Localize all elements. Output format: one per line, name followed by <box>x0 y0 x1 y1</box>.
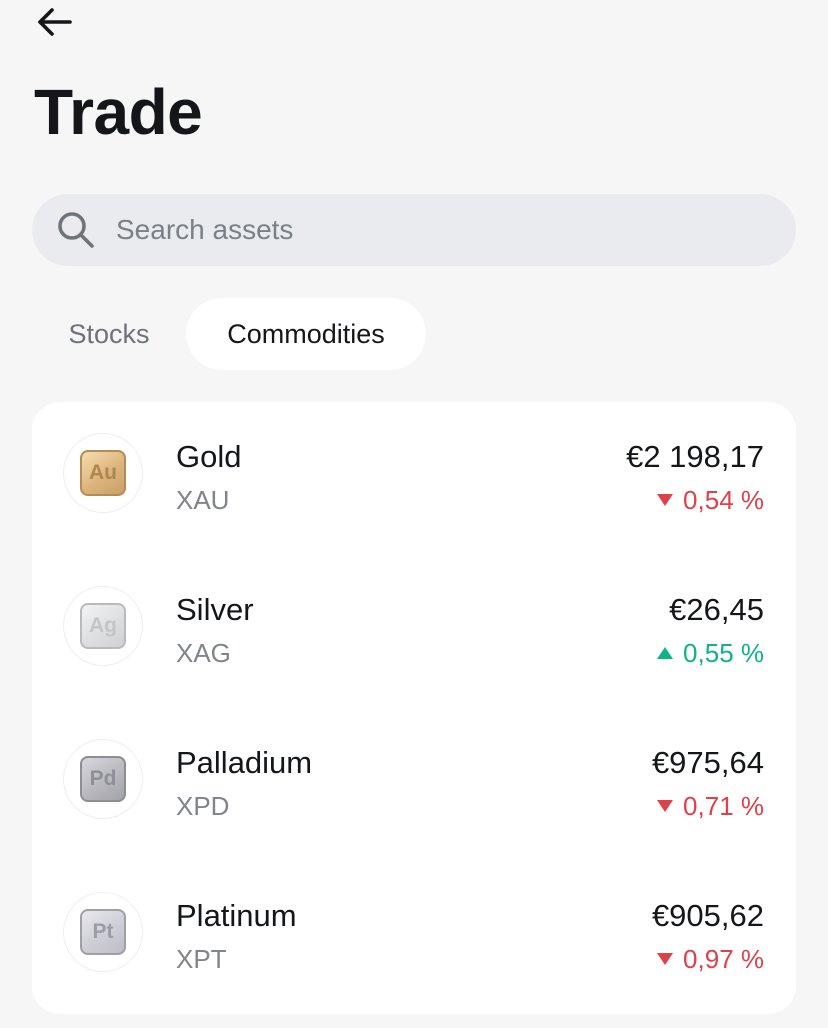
asset-name: Silver <box>176 592 254 627</box>
palladium-bar-icon: Pd <box>63 739 143 819</box>
asset-price: €26,45 <box>669 592 764 627</box>
triangle-down-icon <box>657 953 674 965</box>
platinum-symbol: Pt <box>80 909 126 955</box>
asset-price: €2 198,17 <box>626 439 764 474</box>
asset-price: €975,64 <box>651 745 764 780</box>
asset-row-silver[interactable]: Ag Silver XAG €26,45 0,55 % <box>32 555 796 708</box>
silver-bar-icon: Ag <box>63 586 143 666</box>
triangle-down-icon <box>657 494 674 506</box>
back-button[interactable] <box>34 0 84 48</box>
search-icon <box>56 210 96 250</box>
asset-row-platinum[interactable]: Pt Platinum XPT €905,62 0,97 % <box>32 861 796 1014</box>
asset-row-gold[interactable]: Au Gold XAU €2 198,17 0,54 % <box>32 402 796 555</box>
asset-change-value: 0,55 % <box>683 638 764 668</box>
asset-name: Palladium <box>176 745 313 780</box>
gold-symbol: Au <box>80 450 126 496</box>
asset-change: 0,54 % <box>657 484 764 516</box>
gold-bar-icon: Au <box>63 433 143 513</box>
platinum-bar-icon: Pt <box>63 892 143 972</box>
asset-row-palladium[interactable]: Pd Palladium XPD €975,64 0,71 % <box>32 708 796 861</box>
asset-change-value: 0,97 % <box>683 944 764 974</box>
asset-name: Platinum <box>176 898 297 933</box>
triangle-down-icon <box>657 800 674 812</box>
search-input[interactable] <box>116 205 756 255</box>
asset-change: 0,55 % <box>657 637 764 669</box>
asset-name: Gold <box>176 439 242 474</box>
triangle-up-icon <box>657 647 674 659</box>
asset-price: €905,62 <box>651 898 764 933</box>
palladium-symbol: Pd <box>80 756 126 802</box>
asset-ticker: XAU <box>176 485 230 515</box>
arrow-left-icon <box>34 6 74 43</box>
asset-change-value: 0,54 % <box>683 485 764 515</box>
asset-list: Au Gold XAU €2 198,17 0,54 % Ag Silver X… <box>32 402 796 1014</box>
asset-change-value: 0,71 % <box>683 791 764 821</box>
tab-bar: Stocks Commodities <box>32 298 426 370</box>
asset-ticker: XPT <box>176 944 227 974</box>
tab-commodities[interactable]: Commodities <box>186 298 426 370</box>
tab-stocks[interactable]: Stocks <box>32 298 186 370</box>
page-title: Trade <box>34 76 203 148</box>
asset-change: 0,97 % <box>657 943 764 975</box>
asset-change: 0,71 % <box>657 790 764 822</box>
asset-ticker: XAG <box>176 638 231 668</box>
silver-symbol: Ag <box>80 603 126 649</box>
search-bar[interactable] <box>32 194 796 266</box>
asset-ticker: XPD <box>176 791 230 821</box>
